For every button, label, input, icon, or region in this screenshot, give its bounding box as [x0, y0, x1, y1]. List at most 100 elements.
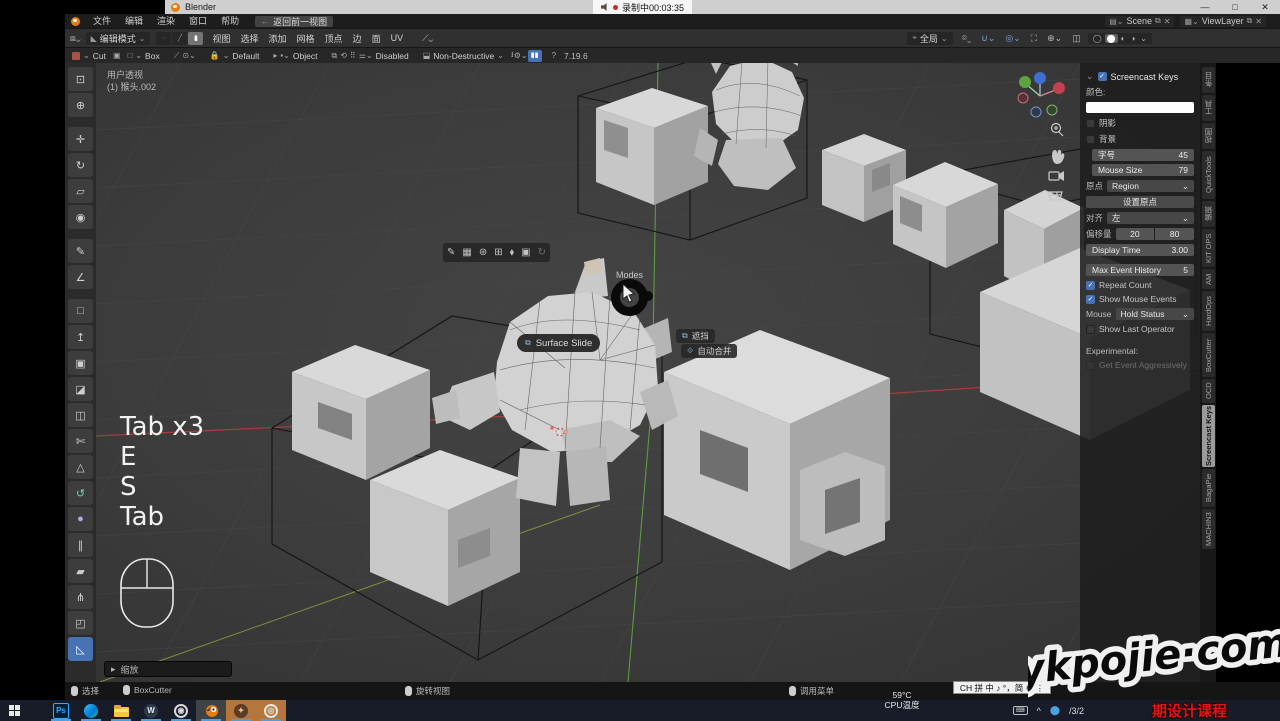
draw-options-group[interactable]: ⟋ ⊙⌄: [174, 51, 196, 61]
behavior-dropdown[interactable]: 🔒 ⌄ Default: [210, 51, 260, 61]
show-last-operator-checkbox[interactable]: [1086, 325, 1095, 334]
blender-logo-icon[interactable]: [71, 17, 80, 26]
keyboard-tray-icon[interactable]: ⌨: [1013, 706, 1028, 715]
tool-bevel[interactable]: ◪: [68, 377, 93, 401]
tab-view[interactable]: 视图: [1202, 123, 1215, 149]
proportional-editing-icon[interactable]: ◎⌄: [1005, 33, 1020, 44]
font-size-slider[interactable]: 字号45: [1092, 149, 1194, 161]
close-button[interactable]: ✕: [1250, 0, 1280, 14]
max-event-history-slider[interactable]: Max Event History5: [1086, 264, 1194, 276]
repeat-count-checkbox[interactable]: [1086, 281, 1095, 290]
auto-merge-toggle[interactable]: ⟐ 自动合并: [681, 344, 737, 358]
menu-window[interactable]: 窗口: [183, 14, 213, 28]
show-overlays-icon[interactable]: ⊕⌄: [1047, 33, 1062, 44]
toggle-icon[interactable]: ▣: [113, 51, 121, 60]
tool-tweak-select[interactable]: ⊡: [68, 67, 93, 91]
pivot-dropdown[interactable]: ▸ ▪⌄ Object: [273, 51, 317, 61]
offset-fields[interactable]: 20 80: [1116, 228, 1194, 240]
menu-file[interactable]: 文件: [87, 14, 117, 28]
rendered-shading-icon[interactable]: ◑: [1128, 34, 1137, 43]
boxcutter-shape-dropdown[interactable]: □ ⌄ Box: [128, 51, 160, 61]
start-button[interactable]: [0, 700, 30, 721]
hud-eyedropper-icon[interactable]: ⬧: [510, 247, 515, 258]
taskbar-file-explorer[interactable]: [106, 700, 136, 721]
tool-transform[interactable]: ◉: [68, 205, 93, 229]
tool-annotate[interactable]: ✎: [68, 239, 93, 263]
editor-type-icon[interactable]: ⧈⌄: [70, 33, 81, 44]
tool-cursor[interactable]: ⊕: [68, 93, 93, 117]
transform-orientation-dropdown[interactable]: ⌖ 全局 ⌄: [907, 32, 952, 45]
tool-rotate[interactable]: ↻: [68, 153, 93, 177]
boolean-mode-dropdown[interactable]: ⬓ Non-Destructive ⌄: [423, 51, 504, 61]
mouse-display-dropdown[interactable]: Hold Status⌄: [1116, 308, 1194, 320]
hud-snap-icon[interactable]: ⊛: [479, 247, 487, 258]
tool-spin[interactable]: ↺: [68, 481, 93, 505]
tool-poly-build[interactable]: △: [68, 455, 93, 479]
floating-tool-hud[interactable]: ✎ ▦ ⊛ ⊞ ⬧ ▣ ↻: [443, 243, 550, 262]
tab-machin3[interactable]: MACHIN3: [1202, 509, 1215, 549]
menu-edge[interactable]: 边: [348, 32, 367, 45]
minimize-button[interactable]: —: [1190, 0, 1220, 14]
show-gizmo-icon[interactable]: ⛶: [1031, 33, 1037, 44]
tool-inset-faces[interactable]: ▣: [68, 351, 93, 375]
tab-boxcutter[interactable]: BoxCutter: [1202, 333, 1215, 377]
settings-gear-icon[interactable]: ⚙⌄: [514, 51, 528, 60]
back-to-previous-view-button[interactable]: ← 返回前一视图: [255, 16, 333, 27]
origin-dropdown[interactable]: Region⌄: [1107, 180, 1194, 192]
pivot-point-icon[interactable]: ⌾⌄: [962, 33, 972, 44]
menu-mesh[interactable]: 网格: [292, 32, 320, 45]
hud-retopo-icon[interactable]: ▦: [462, 247, 471, 258]
tab-edit[interactable]: 编辑: [1202, 201, 1215, 227]
tool-boxcutter-active[interactable]: ◺: [68, 637, 93, 661]
hud-mesh-icon[interactable]: ⊞: [494, 247, 502, 258]
menu-add[interactable]: 添加: [264, 32, 292, 45]
snap-magnet-icon[interactable]: ∪⌄: [981, 33, 995, 44]
tab-tool[interactable]: 工具: [1202, 95, 1215, 121]
xray-toggle-icon[interactable]: ◫: [1072, 33, 1081, 44]
get-event-aggressively-checkbox[interactable]: [1086, 361, 1095, 370]
tab-hardops[interactable]: HardOps: [1202, 291, 1215, 331]
set-origin-button[interactable]: 设置原点: [1086, 196, 1194, 208]
shading-dropdown-icon[interactable]: ⌄: [1138, 34, 1149, 43]
scene-selector[interactable]: ▤⌄ Scene ⧉ ✕: [1105, 16, 1174, 27]
navigation-gizmo[interactable]: [1018, 72, 1065, 117]
taskbar-photoshop[interactable]: Ps: [46, 700, 76, 721]
taskbar-w-app[interactable]: W: [136, 700, 166, 721]
hud-annotate-icon[interactable]: ✎: [447, 247, 455, 258]
tool-add-cube[interactable]: □: [68, 299, 93, 323]
solid-shading-icon[interactable]: ⬤: [1105, 34, 1118, 43]
show-mouse-events-checkbox[interactable]: [1086, 295, 1095, 304]
tab-bagapie[interactable]: BagaPie: [1202, 469, 1215, 507]
display-time-slider[interactable]: Display Time3.00: [1086, 244, 1194, 256]
face-select-button[interactable]: ▮: [188, 32, 203, 45]
menu-face[interactable]: 面: [367, 32, 386, 45]
tool-scale[interactable]: ▱: [68, 179, 93, 203]
tool-fallback-icon[interactable]: ⟋⌄: [422, 33, 433, 44]
live-toggle-group[interactable]: ⧉ ⟲ ⠿ ⚌⌄ Disabled: [331, 51, 408, 61]
tab-item[interactable]: 条目: [1202, 67, 1215, 93]
menu-edit[interactable]: 编辑: [119, 14, 149, 28]
tool-smooth[interactable]: ●: [68, 507, 93, 531]
menu-render[interactable]: 渲染: [151, 14, 181, 28]
hud-extra-icon[interactable]: ↻: [538, 247, 546, 258]
unlink-icon[interactable]: ✕: [1164, 17, 1171, 26]
menu-vertex[interactable]: 顶点: [320, 32, 348, 45]
background-checkbox[interactable]: [1086, 135, 1095, 144]
taskbar-blender-active[interactable]: [196, 700, 226, 721]
taskbar-orange-app-2[interactable]: ◎: [256, 700, 286, 721]
zoom-icon[interactable]: [1052, 124, 1064, 137]
viewlayer-selector[interactable]: ▦⌄ ViewLayer ⧉ ✕: [1180, 16, 1266, 27]
camera-view-icon[interactable]: [1049, 171, 1064, 181]
copy-icon[interactable]: ⧉: [1155, 16, 1161, 26]
mouse-size-slider[interactable]: Mouse Size79: [1092, 164, 1194, 176]
align-dropdown[interactable]: 左⌄: [1107, 212, 1194, 224]
menu-view[interactable]: 视图: [207, 32, 235, 45]
tool-corner-type[interactable]: ◰: [68, 611, 93, 635]
shadow-checkbox[interactable]: [1086, 119, 1095, 128]
tool-extrude-region[interactable]: ↥: [68, 325, 93, 349]
help-icon[interactable]: ?: [552, 51, 556, 60]
menu-help[interactable]: 帮助: [215, 14, 245, 28]
vertex-select-button[interactable]: ∙: [156, 32, 171, 45]
tool-move[interactable]: ✛: [68, 127, 93, 151]
boxcutter-mode-dropdown[interactable]: ⌄ Cut: [72, 51, 106, 61]
